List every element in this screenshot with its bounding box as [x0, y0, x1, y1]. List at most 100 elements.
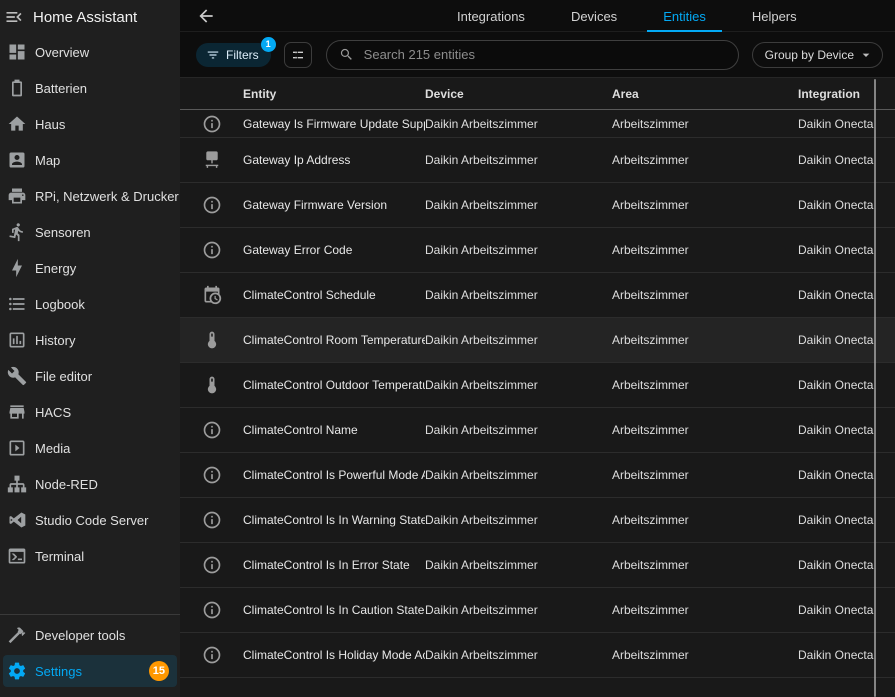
cell-area: Arbeitszimmer: [612, 603, 798, 617]
sidebar-item-label: Logbook: [35, 297, 85, 312]
sidebar-item-file-editor[interactable]: File editor: [3, 358, 177, 394]
ip-network-icon: IP: [202, 150, 222, 170]
table-row[interactable]: ClimateControl Outdoor TemperatureDaikin…: [180, 363, 895, 408]
entity-type-cell: [180, 645, 243, 665]
table-body: Gateway Is Firmware Update Suppor… Daikin…: [180, 110, 895, 678]
home-icon: [7, 114, 27, 134]
table-row[interactable]: ClimateControl Is In Warning StateDaikin…: [180, 498, 895, 543]
column-header-integration[interactable]: Integration: [798, 87, 895, 101]
cell-integration: Daikin Onecta: [798, 288, 895, 302]
hammer-icon: [7, 625, 27, 645]
sidebar-item-terminal[interactable]: Terminal: [3, 538, 177, 574]
entity-type-cell: [180, 375, 243, 395]
sidebar-item-label: Batterien: [35, 81, 87, 96]
sidebar-item-node-red[interactable]: Node-RED: [3, 466, 177, 502]
tab-entities[interactable]: Entities: [647, 0, 722, 32]
table-row[interactable]: Gateway Error CodeDaikin ArbeitszimmerAr…: [180, 228, 895, 273]
tab-helpers[interactable]: Helpers: [736, 0, 813, 32]
column-header-area[interactable]: Area: [612, 87, 798, 101]
table-header: Entity Device Area Integration: [180, 77, 895, 110]
filter-icon: [206, 48, 220, 62]
column-header-device[interactable]: Device: [425, 87, 612, 101]
cell-entity: ClimateControl Is In Warning State: [243, 513, 425, 527]
table-row[interactable]: ClimateControl Is In Caution StateDaikin…: [180, 588, 895, 633]
cell-integration: Daikin Onecta: [798, 648, 895, 662]
cell-entity: ClimateControl Is Powerful Mode Ac…: [243, 468, 425, 482]
table-row[interactable]: Gateway Is Firmware Update Suppor…Daikin…: [180, 110, 895, 138]
sidebar-nav: Overview Batterien Haus MapRPi, Netzwerk & …: [0, 30, 180, 574]
sidebar-item-overview[interactable]: Overview: [3, 34, 177, 70]
sidebar-item-hacs[interactable]: HACS: [3, 394, 177, 430]
top-bar: Integrations Devices Entities Helpers: [180, 0, 895, 32]
column-settings-button[interactable]: [284, 42, 312, 68]
search-input[interactable]: [364, 47, 726, 62]
cell-integration: Daikin Onecta: [798, 468, 895, 482]
cell-entity: ClimateControl Outdoor Temperature: [243, 378, 425, 392]
sidebar-item-rpi-netzwerk-drucker[interactable]: RPi, Netzwerk & Drucker: [3, 178, 177, 214]
vertical-scrollbar[interactable]: [874, 79, 876, 697]
sidebar-spacer: [0, 574, 180, 614]
entity-type-cell: IP: [180, 150, 243, 170]
cell-entity: Gateway Is Firmware Update Suppor…: [243, 117, 425, 131]
cell-device: Daikin Arbeitszimmer: [425, 603, 612, 617]
entity-type-cell: [180, 510, 243, 530]
group-by-dropdown[interactable]: Group by Device: [752, 42, 883, 68]
entity-type-cell: [180, 465, 243, 485]
entity-type-cell: [180, 195, 243, 215]
table-row[interactable]: ClimateControl Is Holiday Mode Acti…Daik…: [180, 633, 895, 678]
sidebar-item-label: Haus: [35, 117, 65, 132]
search-icon: [339, 47, 354, 62]
table-row[interactable]: ClimateControl Is In Error StateDaikin A…: [180, 543, 895, 588]
cell-device: Daikin Arbeitszimmer: [425, 378, 612, 392]
sidebar-item-history[interactable]: History: [3, 322, 177, 358]
table-row[interactable]: ClimateControl Room TemperatureDaikin Ar…: [180, 318, 895, 363]
sidebar-item-logbook[interactable]: Logbook: [3, 286, 177, 322]
sidebar-item-media[interactable]: Media: [3, 430, 177, 466]
sidebar-item-haus[interactable]: Haus: [3, 106, 177, 142]
sidebar-header: Home Assistant: [0, 0, 180, 30]
information-icon: [202, 420, 222, 440]
cell-area: Arbeitszimmer: [612, 243, 798, 257]
table-row[interactable]: ClimateControl NameDaikin ArbeitszimmerA…: [180, 408, 895, 453]
sidebar-item-map[interactable]: Map: [3, 142, 177, 178]
cell-integration: Daikin Onecta: [798, 423, 895, 437]
table-settings-icon: [290, 47, 306, 63]
column-header-entity[interactable]: Entity: [243, 86, 425, 102]
sidebar-item-developer-tools[interactable]: Developer tools: [3, 617, 177, 653]
sidebar-item-settings[interactable]: Settings15: [3, 655, 177, 687]
notification-badge: 15: [149, 661, 169, 681]
cell-integration: Daikin Onecta: [798, 243, 895, 257]
information-icon: [202, 600, 222, 620]
table-row[interactable]: IPGateway Ip AddressDaikin Arbeitszimmer…: [180, 138, 895, 183]
sidebar-item-sensoren[interactable]: Sensoren: [3, 214, 177, 250]
cell-entity: Gateway Firmware Version: [243, 198, 425, 212]
entity-type-cell: [180, 330, 243, 350]
table-row[interactable]: ClimateControl ScheduleDaikin Arbeitszim…: [180, 273, 895, 318]
format-list-bulleted-icon: [7, 294, 27, 314]
table-row[interactable]: ClimateControl Is Powerful Mode Ac… Daiki…: [180, 453, 895, 498]
entity-type-cell: [180, 114, 243, 134]
sidebar-item-studio-code-server[interactable]: Studio Code Server: [3, 502, 177, 538]
entity-type-cell: [180, 600, 243, 620]
cell-device: Daikin Arbeitszimmer: [425, 198, 612, 212]
back-button[interactable]: [196, 6, 216, 26]
cell-integration: Daikin Onecta: [798, 558, 895, 572]
cell-integration: Daikin Onecta: [798, 378, 895, 392]
cell-entity: ClimateControl Name: [243, 423, 425, 437]
sidebar-item-energy[interactable]: Energy: [3, 250, 177, 286]
cell-area: Arbeitszimmer: [612, 513, 798, 527]
table-row[interactable]: Gateway Firmware VersionDaikin Arbeitszi…: [180, 183, 895, 228]
cell-entity: ClimateControl Is In Error State: [243, 558, 425, 572]
information-icon: [202, 555, 222, 575]
tab-integrations[interactable]: Integrations: [441, 0, 541, 32]
tab-devices[interactable]: Devices: [555, 0, 633, 32]
vscode-icon: [7, 510, 27, 530]
cell-area: Arbeitszimmer: [612, 198, 798, 212]
wrench-icon: [7, 366, 27, 386]
sidebar-item-batterien[interactable]: Batterien: [3, 70, 177, 106]
information-icon: [202, 510, 222, 530]
filters-button[interactable]: Filters 1: [196, 43, 271, 67]
menu-open-icon[interactable]: [4, 7, 24, 27]
motion-sensor-icon: [7, 222, 27, 242]
cell-device: Daikin Arbeitszimmer: [425, 423, 612, 437]
